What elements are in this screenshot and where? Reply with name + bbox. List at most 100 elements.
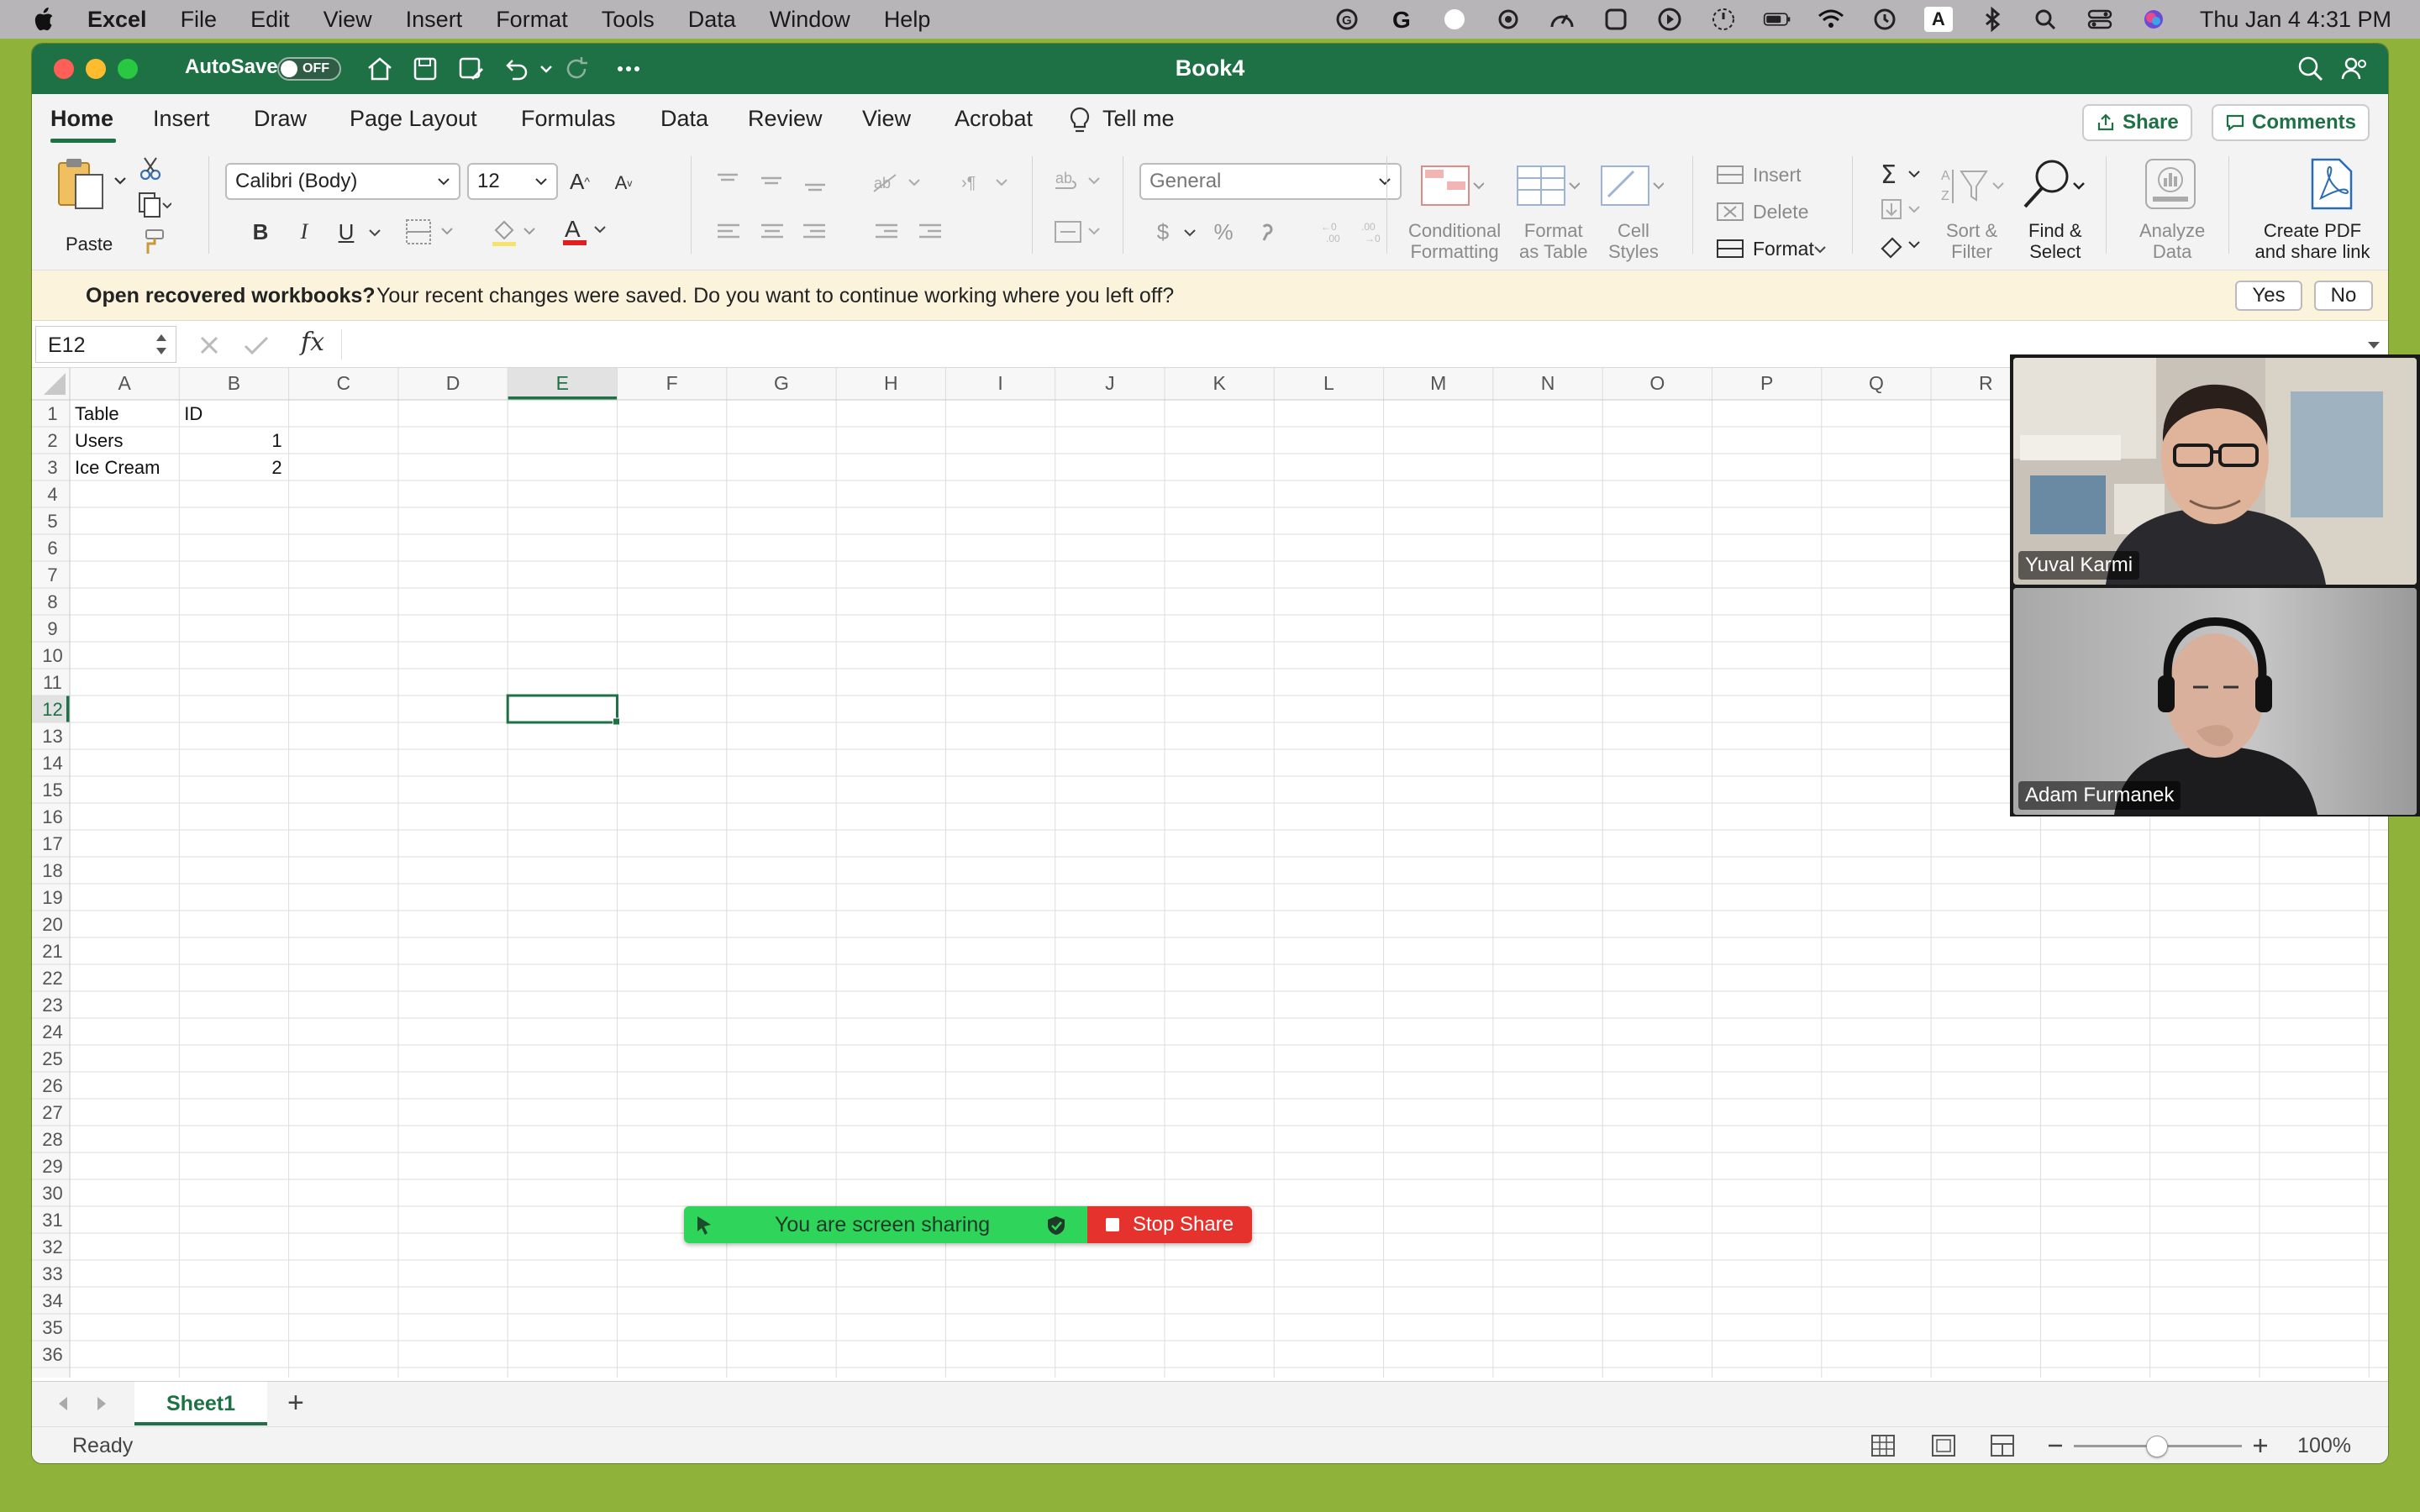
column-header[interactable]: O [1649, 372, 1665, 394]
tab-data[interactable]: Data [660, 106, 708, 132]
timer-icon[interactable] [1709, 7, 1738, 32]
autosum-icon[interactable]: Σ [1879, 160, 1924, 190]
search-icon[interactable] [2296, 54, 2326, 84]
underline-chevron-icon[interactable] [368, 227, 381, 239]
insert-function-button[interactable]: fx [301, 328, 324, 357]
apple-logo-icon[interactable] [34, 7, 57, 32]
time-machine-icon[interactable] [1870, 7, 1899, 32]
row-header[interactable]: 7 [47, 564, 57, 585]
save-icon[interactable] [410, 54, 440, 84]
row-header[interactable]: 8 [47, 591, 57, 612]
tab-home[interactable]: Home [50, 106, 113, 132]
tab-acrobat[interactable]: Acrobat [955, 106, 1033, 132]
grow-font-icon[interactable]: A ^ [563, 165, 597, 198]
row-header[interactable]: 4 [47, 484, 57, 505]
font-color-icon[interactable]: A [561, 215, 612, 247]
row-header[interactable]: 22 [42, 968, 62, 989]
page-break-view-icon[interactable] [1990, 1434, 2015, 1457]
cancel-entry-icon[interactable] [197, 333, 222, 358]
currency-chevron-icon[interactable] [1183, 227, 1197, 239]
add-sheet-button[interactable]: + [287, 1387, 304, 1420]
menu-tools[interactable]: Tools [602, 7, 655, 33]
find-select-icon[interactable] [2018, 158, 2091, 213]
input-source-icon[interactable]: A [1923, 7, 1953, 32]
row-header[interactable]: 30 [42, 1183, 62, 1204]
format-chevron-icon[interactable] [1813, 244, 1827, 255]
column-header[interactable]: E [556, 372, 569, 394]
undo-dropdown-chevron-icon[interactable] [531, 54, 552, 84]
cut-icon[interactable] [138, 156, 163, 181]
vertical-alignment-icons[interactable] [714, 170, 849, 195]
row-header[interactable]: 12 [42, 699, 62, 720]
undo-icon[interactable] [501, 54, 531, 84]
normal-view-icon[interactable] [1870, 1434, 1896, 1457]
decimal-icons[interactable]: ←0.00.00 →0 [1319, 218, 1395, 244]
window-minimize-button[interactable] [86, 59, 106, 79]
fill-handle[interactable] [613, 717, 620, 726]
insert-cells-label[interactable]: Insert [1753, 165, 1802, 186]
format-as-table-icon[interactable] [1516, 163, 1581, 210]
column-header[interactable]: D [446, 372, 460, 394]
column-header[interactable]: C [336, 372, 350, 394]
menu-edit[interactable]: Edit [250, 7, 290, 33]
row-header[interactable]: 13 [42, 726, 62, 747]
fill-icon[interactable] [1879, 197, 1924, 223]
battery-icon[interactable] [1763, 7, 1791, 32]
column-header[interactable]: G [774, 372, 789, 394]
cell-value[interactable]: ID [184, 403, 203, 424]
window-close-button[interactable] [54, 59, 74, 79]
column-header[interactable]: F [666, 372, 678, 394]
row-header[interactable]: 3 [47, 457, 57, 478]
menu-app-name[interactable]: Excel [87, 7, 147, 33]
format-painter-icon[interactable] [138, 228, 166, 255]
row-header[interactable]: 6 [47, 538, 57, 559]
percent-button[interactable]: % [1207, 215, 1240, 249]
menu-insert[interactable]: Insert [406, 7, 463, 33]
cell-value[interactable]: Users [75, 430, 123, 451]
shrink-font-icon[interactable]: Av [607, 166, 640, 200]
format-cells-label[interactable]: Format [1753, 239, 1814, 260]
row-header[interactable]: 34 [42, 1290, 62, 1311]
recovery-yes-button[interactable]: Yes [2235, 281, 2302, 311]
row-header[interactable]: 35 [42, 1317, 62, 1338]
row-header[interactable]: 31 [42, 1210, 62, 1231]
text-direction-icon[interactable]: ›¶ [960, 170, 1015, 195]
row-header[interactable]: 33 [42, 1263, 62, 1284]
row-header[interactable]: 16 [42, 806, 62, 827]
zoom-in-icon[interactable] [2250, 1436, 2270, 1456]
column-header[interactable]: M [1430, 372, 1446, 394]
column-header[interactable]: B [228, 372, 240, 394]
font-size-dropdown[interactable]: 12 [467, 163, 558, 200]
record-dot-icon[interactable] [1440, 7, 1469, 32]
column-header[interactable]: P [1760, 372, 1773, 394]
row-header[interactable]: 36 [42, 1344, 62, 1365]
row-header[interactable]: 2 [47, 430, 57, 451]
cell-styles-icon[interactable] [1600, 163, 1665, 210]
row-header[interactable]: 23 [42, 995, 62, 1016]
bold-button[interactable]: B [244, 215, 277, 249]
row-header[interactable]: 20 [42, 914, 62, 935]
font-name-dropdown[interactable]: Calibri (Body) [225, 163, 460, 200]
page-layout-view-icon[interactable] [1931, 1434, 1956, 1457]
paste-dropdown-chevron-icon[interactable] [113, 173, 128, 188]
siri-icon[interactable] [2139, 7, 2168, 32]
row-header[interactable]: 24 [42, 1021, 62, 1042]
zoom-slider-thumb[interactable] [2146, 1436, 2168, 1457]
row-header[interactable]: 21 [42, 941, 62, 962]
redo-icon[interactable] [561, 54, 592, 84]
column-header[interactable]: H [884, 372, 898, 394]
column-header[interactable]: A [118, 372, 131, 394]
home-icon[interactable] [365, 54, 395, 84]
row-header[interactable]: 14 [42, 753, 62, 774]
row-header[interactable]: 11 [43, 672, 62, 693]
merge-center-icon[interactable] [1054, 218, 1106, 245]
play-icon[interactable] [1655, 7, 1684, 32]
next-sheet-icon[interactable] [91, 1394, 111, 1414]
column-header[interactable]: L [1323, 372, 1334, 394]
insert-cells-icon[interactable] [1716, 163, 1746, 186]
column-header[interactable]: K [1213, 372, 1226, 394]
active-cell-selection[interactable] [506, 694, 619, 724]
cell-value[interactable]: 1 [271, 430, 281, 451]
conditional-formatting-icon[interactable] [1420, 163, 1485, 210]
italic-button[interactable]: I [287, 215, 321, 249]
